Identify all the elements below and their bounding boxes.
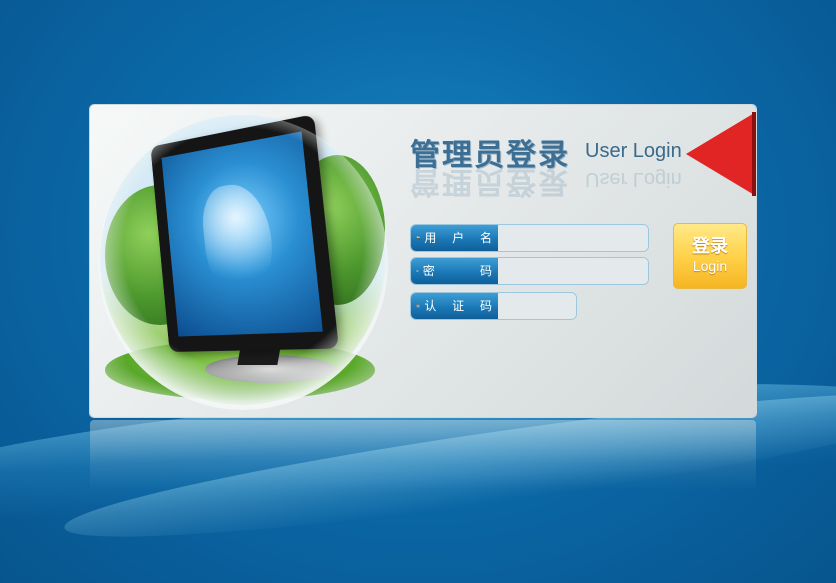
flag-decoration <box>686 112 756 196</box>
panel-reflection <box>90 420 756 490</box>
page-subtitle-reflection: User Login <box>585 167 682 190</box>
page-title: 管理员登录 <box>410 130 570 174</box>
password-label: 密 码 <box>411 258 498 284</box>
key-icon <box>416 262 419 280</box>
users-icon <box>416 229 420 247</box>
flag-fold <box>752 112 756 196</box>
password-input[interactable] <box>499 258 648 284</box>
username-field-wrapper: 用 户 名 <box>410 224 649 252</box>
captcha-label: 认 证 码 <box>411 293 498 319</box>
box-icon <box>416 297 420 315</box>
page-subtitle: User Login <box>585 140 682 163</box>
password-field-wrapper: 密 码 <box>410 257 649 285</box>
captcha-field-wrapper: 认 证 码 <box>410 292 577 320</box>
username-input[interactable] <box>499 225 648 251</box>
username-label: 用 户 名 <box>411 225 498 251</box>
login-panel: 管理员登录 管理员登录 User Login User Login 用 户 名 … <box>90 105 756 417</box>
illustration-vignette <box>98 115 388 410</box>
login-button[interactable]: 登录 Login <box>673 223 747 289</box>
captcha-input[interactable] <box>499 293 576 319</box>
login-button-label-en: Login <box>693 257 727 275</box>
login-button-label-cn: 登录 <box>692 237 728 257</box>
